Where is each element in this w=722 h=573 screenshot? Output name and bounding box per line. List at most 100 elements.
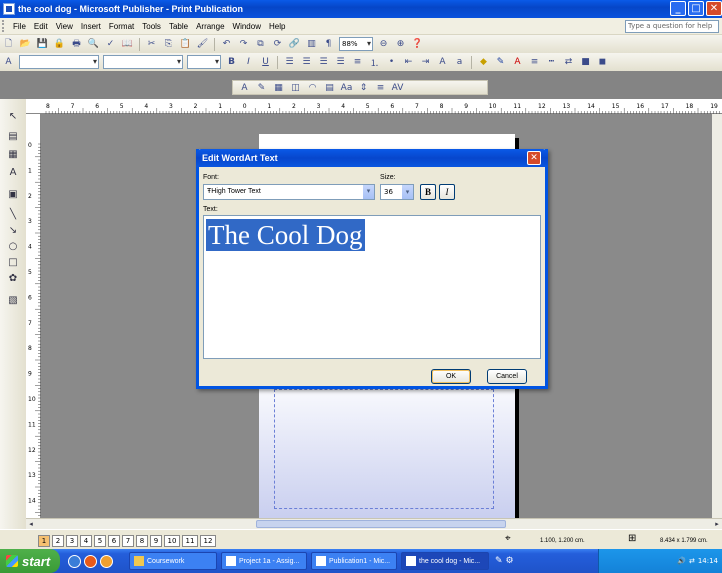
rotate-icon[interactable]: ⟳ xyxy=(270,37,285,51)
font-dropdown-arrow-icon[interactable]: ▾ xyxy=(362,185,374,199)
grow-font-icon[interactable]: A xyxy=(435,55,450,69)
help-icon[interactable]: ❓ xyxy=(410,37,425,51)
page-tab-5[interactable]: 5 xyxy=(94,535,106,547)
insert-wordart-icon[interactable]: A xyxy=(237,81,252,95)
permission-icon[interactable]: 🔒 xyxy=(52,37,67,51)
edit-text-icon[interactable]: ✎ xyxy=(254,81,269,95)
spelling-icon[interactable]: ✓ xyxy=(103,37,118,51)
print-preview-icon[interactable]: 🔍 xyxy=(86,37,101,51)
bold-icon[interactable]: B xyxy=(224,55,239,69)
italic-icon[interactable]: I xyxy=(241,55,256,69)
page-tab-12[interactable]: 12 xyxy=(200,535,216,547)
menu-insert[interactable]: Insert xyxy=(77,22,105,31)
start-button[interactable]: start xyxy=(0,549,60,573)
scroll-thumb[interactable] xyxy=(256,520,506,528)
align-right-icon[interactable]: ☰ xyxy=(316,55,331,69)
decrease-indent-icon[interactable]: ⇤ xyxy=(401,55,416,69)
page-tab-4[interactable]: 4 xyxy=(80,535,92,547)
line-icon[interactable]: ╲ xyxy=(6,207,20,221)
menu-table[interactable]: Table xyxy=(165,22,192,31)
zoom-select[interactable]: 88% xyxy=(339,37,373,51)
page-tab-2[interactable]: 2 xyxy=(52,535,64,547)
line-style-icon[interactable]: ≡ xyxy=(527,55,542,69)
same-letter-heights-icon[interactable]: Aa xyxy=(339,81,354,95)
zoom-in-icon[interactable]: ⊕ xyxy=(393,37,408,51)
task-publication1[interactable]: Publication1 - Mic... xyxy=(311,552,397,570)
horizontal-ruler[interactable]: 8 7 6 5 4 3 2 1 0 1 2 3 4 5 6 7 8 9 10 11 12 13 14 15 16 17 18 19 xyxy=(26,99,722,114)
increase-indent-icon[interactable]: ⇥ xyxy=(418,55,433,69)
wordart-text-area[interactable]: The Cool Dog xyxy=(203,215,541,359)
dialog-close-icon[interactable]: ✕ xyxy=(527,151,541,165)
page-tab-1[interactable]: 1 xyxy=(38,535,50,547)
undo-icon[interactable]: ↶ xyxy=(219,37,234,51)
redo-icon[interactable]: ↷ xyxy=(236,37,251,51)
style-select[interactable] xyxy=(19,55,99,69)
design-gallery-icon[interactable]: ▧ xyxy=(6,293,20,307)
scroll-left-icon[interactable]: ◂ xyxy=(26,519,36,529)
page-tab-6[interactable]: 6 xyxy=(108,535,120,547)
wordart-icon[interactable]: A xyxy=(6,165,20,179)
ask-question-input[interactable]: Type a question for help xyxy=(625,20,719,33)
fill-color-icon[interactable]: ◆ xyxy=(476,55,491,69)
close-window-button[interactable]: ✕ xyxy=(706,1,722,16)
align-left-icon[interactable]: ☰ xyxy=(282,55,297,69)
menu-edit[interactable]: Edit xyxy=(30,22,52,31)
menu-help[interactable]: Help xyxy=(265,22,289,31)
3d-style-icon[interactable]: ◼ xyxy=(595,55,610,69)
underline-icon[interactable]: U xyxy=(258,55,273,69)
paste-icon[interactable]: 📋 xyxy=(178,37,193,51)
task-the-cool-dog[interactable]: the cool dog - Mic... xyxy=(401,552,489,570)
horizontal-scrollbar[interactable]: ◂ ▸ xyxy=(26,518,722,529)
new-icon[interactable]: 🗋 xyxy=(1,37,16,51)
page-tab-9[interactable]: 9 xyxy=(150,535,162,547)
text-box-icon[interactable]: ▤ xyxy=(6,129,20,143)
dash-style-icon[interactable]: ┅ xyxy=(544,55,559,69)
size-dropdown[interactable]: 36 ▾ xyxy=(380,184,414,200)
pen-icon[interactable]: ✎ xyxy=(495,556,503,566)
page-tab-11[interactable]: 11 xyxy=(182,535,198,547)
menu-view[interactable]: View xyxy=(52,22,77,31)
character-spacing-icon[interactable]: AV xyxy=(390,81,405,95)
ok-button[interactable]: OK xyxy=(431,369,471,384)
menu-window[interactable]: Window xyxy=(229,22,265,31)
shadow-style-icon[interactable]: ■ xyxy=(578,55,593,69)
arrow-icon[interactable]: ↘ xyxy=(6,223,20,237)
style-icon[interactable]: A xyxy=(1,55,16,69)
menu-tools[interactable]: Tools xyxy=(138,22,165,31)
menu-grip[interactable] xyxy=(2,20,6,32)
hyperlink-icon[interactable]: 🔗 xyxy=(287,37,302,51)
picture-frame-icon[interactable]: ▣ xyxy=(6,187,20,201)
autoshapes-icon[interactable]: ✿ xyxy=(6,271,20,285)
task-coursework[interactable]: Coursework xyxy=(129,552,217,570)
vertical-ruler[interactable]: 0123456789101112131415 xyxy=(26,114,41,548)
wordart-shape-icon[interactable]: ◠ xyxy=(305,81,320,95)
bold-button[interactable]: B xyxy=(420,184,436,200)
line-color-icon[interactable]: ✎ xyxy=(493,55,508,69)
copy-icon[interactable]: ⎘ xyxy=(161,37,176,51)
task-project[interactable]: Project 1a - Assig... xyxy=(221,552,307,570)
media-icon[interactable] xyxy=(84,554,97,568)
font-select[interactable] xyxy=(103,55,183,69)
vertical-text-icon[interactable]: ⇕ xyxy=(356,81,371,95)
numbering-icon[interactable]: ⒈ xyxy=(367,55,382,69)
size-dropdown-arrow-icon[interactable]: ▾ xyxy=(401,185,413,199)
save-icon[interactable]: 💾 xyxy=(35,37,50,51)
ie-icon[interactable] xyxy=(68,554,81,568)
tray-tool-icon[interactable]: ⚙ xyxy=(506,556,514,566)
menu-file[interactable]: File xyxy=(9,22,30,31)
font-dropdown[interactable]: ŦHigh Tower Text ▾ xyxy=(203,184,375,200)
insert-table-icon[interactable]: ▦ xyxy=(6,147,20,161)
research-icon[interactable]: 📖 xyxy=(120,37,135,51)
arrow-style-icon[interactable]: ⇄ xyxy=(561,55,576,69)
page-tab-3[interactable]: 3 xyxy=(66,535,78,547)
font-size-select[interactable] xyxy=(187,55,221,69)
vertical-scrollbar[interactable] xyxy=(712,114,722,518)
shrink-font-icon[interactable]: a xyxy=(452,55,467,69)
bullets-icon[interactable]: • xyxy=(384,55,399,69)
italic-button[interactable]: I xyxy=(439,184,455,200)
special-characters-icon[interactable]: ¶ xyxy=(321,37,336,51)
font-color-icon[interactable]: A xyxy=(510,55,525,69)
line-spacing-icon[interactable]: ≡ xyxy=(350,55,365,69)
print-icon[interactable]: 🖶 xyxy=(69,37,84,51)
wordart-gallery-icon[interactable]: ▦ xyxy=(271,81,286,95)
